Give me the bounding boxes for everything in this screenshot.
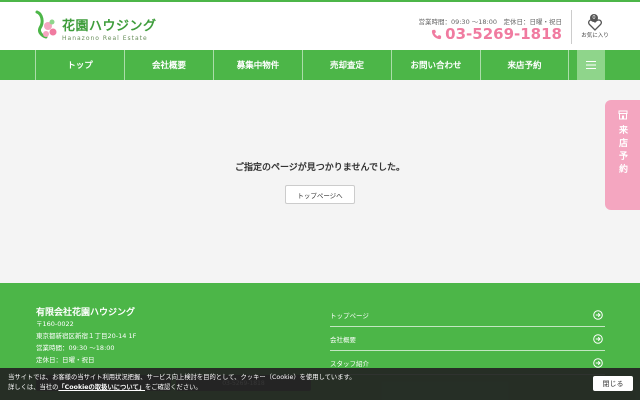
nav-item-sale-appraisal[interactable]: 売却査定 <box>302 50 391 80</box>
footer-address: 東京都新宿区新宿１丁目20-14 1F <box>36 332 137 340</box>
footer-link-top[interactable]: トップページ <box>330 303 605 327</box>
arrow-circle-icon <box>593 357 603 368</box>
favorites-label: お気に入り <box>581 33 609 39</box>
header-divider <box>571 10 572 44</box>
nav-item-contact[interactable]: お問い合わせ <box>391 50 480 80</box>
hamburger-menu-button[interactable] <box>577 50 605 80</box>
arrow-circle-icon <box>593 333 603 344</box>
footer-link-label: スタッフ紹介 <box>330 359 369 368</box>
cookie-message-line1: 当サイトでは、お客様の当サイト利用状況把握、サービス向上検討を目的として、クッキ… <box>8 374 356 381</box>
footer-link-company[interactable]: 会社概要 <box>330 327 605 351</box>
arrow-circle-icon <box>593 309 603 320</box>
heart-icon: 0 <box>588 14 602 31</box>
cookie-consent-bar: 当サイトでは、お客様の当サイト利用状況把握、サービス向上検討を目的として、クッキ… <box>0 368 640 400</box>
site-header: 花園ハウジング Hanazono Real Estate 営業時間：09:30 … <box>0 0 640 50</box>
header-phone[interactable]: 03-5269-1818 <box>431 25 562 43</box>
nav-item-properties[interactable]: 募集中物件 <box>213 50 302 80</box>
cookie-policy-link[interactable]: 「Cookieの取扱いについて」 <box>58 384 145 391</box>
brand-subtitle: Hanazono Real Estate <box>62 35 148 42</box>
cookie-message-post: をご確認ください。 <box>145 384 202 391</box>
cookie-message-pre: 詳しくは、当社の <box>8 384 59 391</box>
hamburger-icon <box>586 61 596 69</box>
shop-icon <box>618 110 627 120</box>
favorites-count-badge: 0 <box>590 14 598 22</box>
brand-name: 花園ハウジング <box>62 19 157 34</box>
phone-icon <box>432 29 442 39</box>
cookie-message: 当サイトでは、お客様の当サイト利用状況把握、サービス向上検討を目的として、クッキ… <box>8 373 356 393</box>
back-to-top-page-button[interactable]: トップページへ <box>285 185 355 204</box>
header-phone-number: 03-5269-1818 <box>445 25 562 43</box>
visit-reservation-side-tab[interactable]: 来店予約 <box>605 100 640 210</box>
footer-company-name: 有限会社花園ハウジング <box>36 308 136 318</box>
footer-holiday: 定休日：日曜・祝日 <box>36 356 95 364</box>
nav-item-visit-reservation[interactable]: 来店予約 <box>480 50 569 80</box>
cookie-close-button[interactable]: 閉じる <box>593 376 633 391</box>
favorites-button[interactable]: 0 お気に入り <box>580 14 610 39</box>
brand[interactable]: 花園ハウジング Hanazono Real Estate <box>62 15 157 42</box>
side-tab-label: 来店予約 <box>617 125 627 177</box>
global-nav: トップ 会社概要 募集中物件 売却査定 お問い合わせ 来店予約 <box>0 50 640 80</box>
footer-link-label: トップページ <box>330 311 369 320</box>
cookie-message-line2: 詳しくは、当社の「Cookieの取扱いについて」をご確認ください。 <box>8 383 356 393</box>
nav-item-top[interactable]: トップ <box>35 50 124 80</box>
nav-item-company[interactable]: 会社概要 <box>124 50 213 80</box>
footer-link-label: 会社概要 <box>330 335 356 344</box>
not-found-message: ご指定のページが見つかりませんでした。 <box>234 163 406 173</box>
main-content: ご指定のページが見つかりませんでした。 トップページへ <box>0 80 640 283</box>
footer-links: トップページ 会社概要 スタッフ紹介 <box>330 303 605 375</box>
footer-hours: 営業時間：09:30 ～18:00 <box>36 344 115 352</box>
logo-icon[interactable] <box>34 10 58 44</box>
footer-postal: 〒160-0022 <box>36 320 74 328</box>
nav-items: トップ 会社概要 募集中物件 売却査定 お問い合わせ 来店予約 <box>35 50 569 80</box>
